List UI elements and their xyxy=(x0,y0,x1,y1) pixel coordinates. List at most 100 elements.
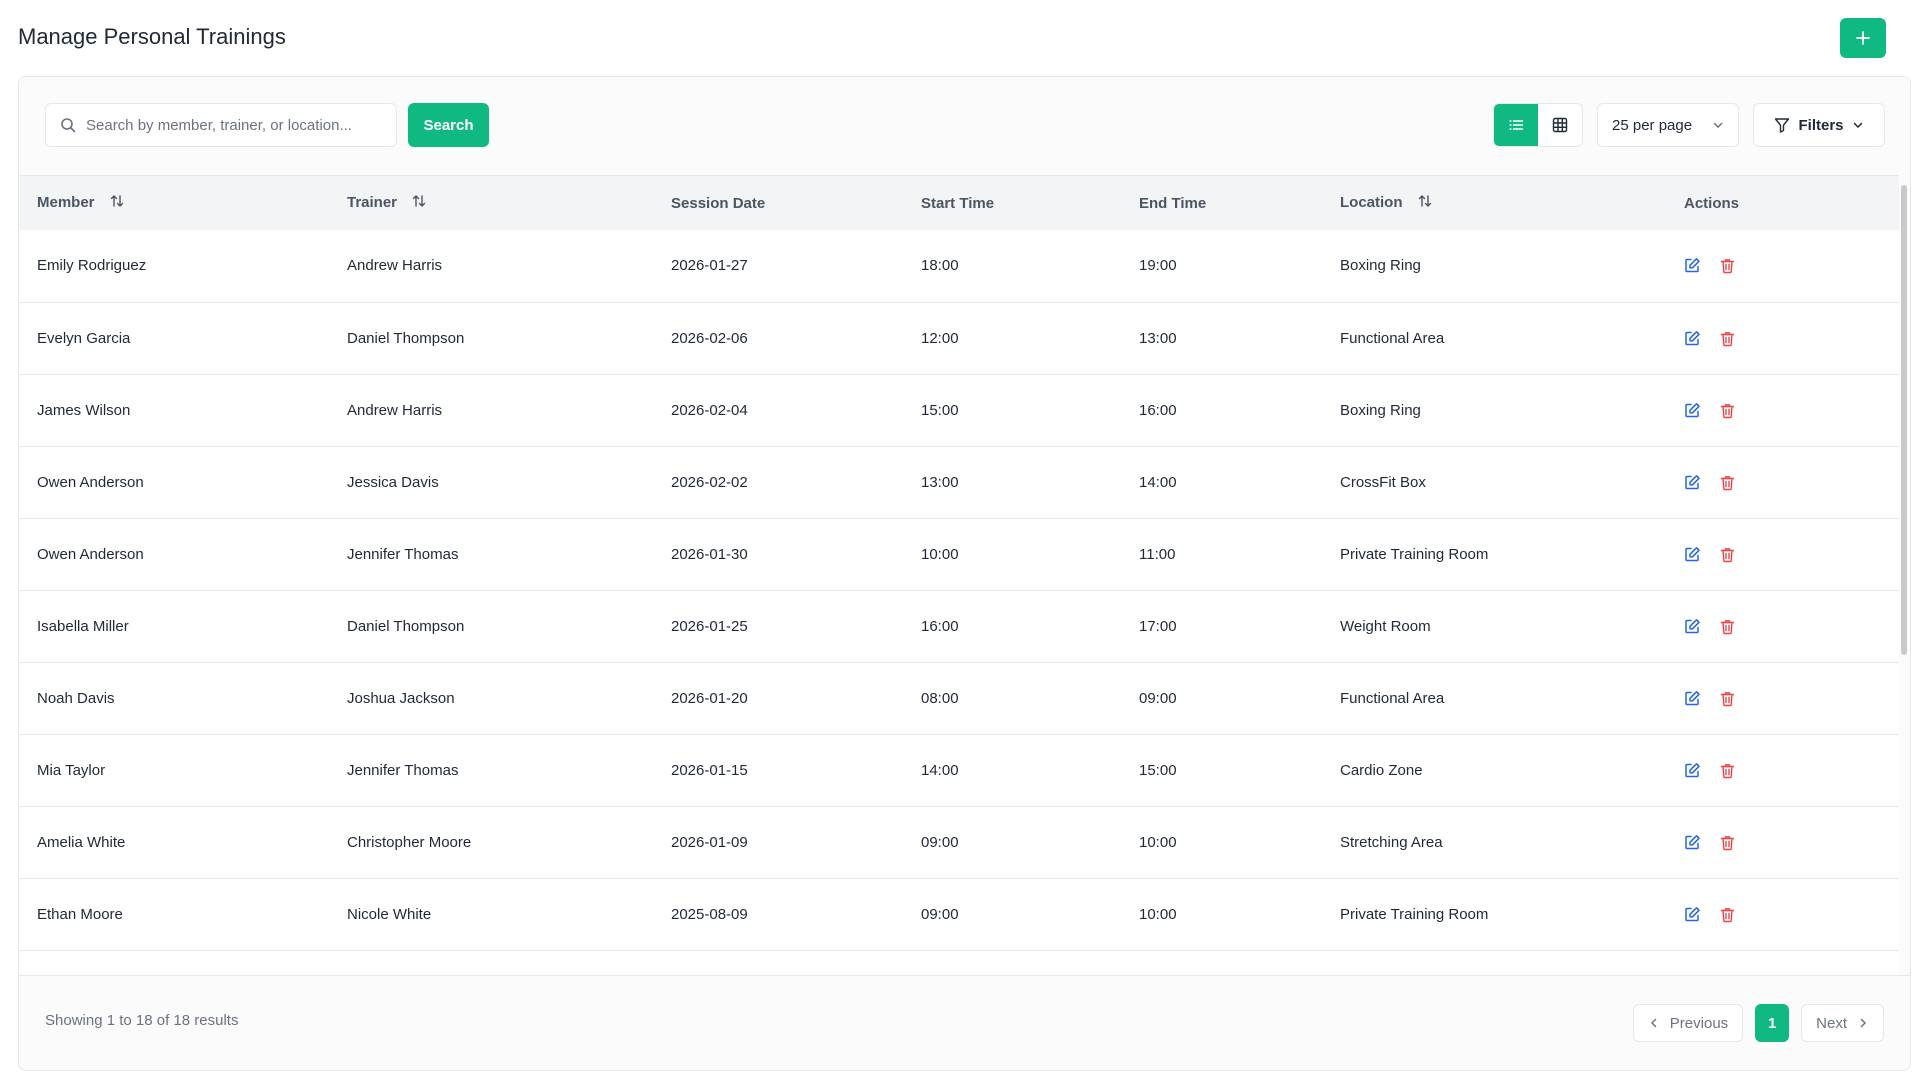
cell-end-time: 17:00 xyxy=(1139,617,1177,635)
per-page-value: 25 per page xyxy=(1612,116,1693,134)
cell-session-date: 2026-02-06 xyxy=(671,329,748,347)
edit-icon[interactable] xyxy=(1684,546,1701,563)
delete-icon[interactable] xyxy=(1719,330,1736,347)
table-row: James Wilson Andrew Harris 2026-02-04 15:00… xyxy=(19,374,1899,446)
cell-member: Evelyn Garcia xyxy=(37,329,131,347)
cell-member: Amelia White xyxy=(37,833,126,851)
cell-actions xyxy=(1684,302,1899,374)
filters-button[interactable]: Filters xyxy=(1753,103,1885,147)
cell-trainer: Andrew Harris xyxy=(347,401,443,419)
cell-end-time: 14:00 xyxy=(1139,473,1177,491)
delete-icon[interactable] xyxy=(1719,906,1736,923)
cell-end-time: 09:00 xyxy=(1139,689,1177,707)
cell-start-time: 08:00 xyxy=(921,689,959,707)
cell-location: Private Training Room xyxy=(1340,905,1489,923)
column-header-session-date: Session Date xyxy=(671,194,766,212)
cell-location: Cardio Zone xyxy=(1340,761,1423,779)
scrollbar[interactable] xyxy=(1900,177,1908,977)
plus-icon xyxy=(1856,31,1870,45)
cell-end-time: 16:00 xyxy=(1139,401,1177,419)
cell-end-time: 13:00 xyxy=(1139,329,1177,347)
sort-icon[interactable] xyxy=(411,193,427,213)
column-header-location[interactable]: Location xyxy=(1322,176,1684,230)
edit-icon[interactable] xyxy=(1684,257,1701,274)
search-input[interactable] xyxy=(86,116,366,134)
filter-icon xyxy=(1775,118,1790,133)
cell-trainer: Jennifer Thomas xyxy=(347,761,459,779)
cell-end-time: 10:00 xyxy=(1139,833,1177,851)
edit-icon[interactable] xyxy=(1684,474,1701,491)
delete-icon[interactable] xyxy=(1719,834,1736,851)
cell-actions xyxy=(1684,806,1899,878)
delete-icon[interactable] xyxy=(1719,690,1736,707)
edit-icon[interactable] xyxy=(1684,762,1701,779)
cell-start-time: 15:00 xyxy=(921,401,959,419)
cell-trainer: Andrew Harris xyxy=(347,257,443,275)
delete-icon[interactable] xyxy=(1719,402,1736,419)
cell-trainer: Christopher Moore xyxy=(347,833,472,851)
cell-member: Owen Anderson xyxy=(37,545,144,563)
cell-member: Noah Davis xyxy=(37,689,115,707)
column-label: Location xyxy=(1340,193,1403,211)
column-header-member[interactable]: Member xyxy=(19,176,329,230)
cell-member: Owen Anderson xyxy=(37,473,144,491)
cell-start-time: 14:00 xyxy=(921,761,959,779)
cell-session-date: 2026-01-15 xyxy=(671,761,748,779)
edit-icon[interactable] xyxy=(1684,906,1701,923)
search-button[interactable]: Search xyxy=(408,103,489,147)
page-number-button[interactable]: 1 xyxy=(1755,1004,1790,1042)
delete-icon[interactable] xyxy=(1719,618,1736,635)
add-training-button[interactable] xyxy=(1840,18,1886,58)
scrollbar-thumb[interactable] xyxy=(1901,185,1907,655)
edit-icon[interactable] xyxy=(1684,330,1701,347)
results-summary: Showing 1 to 18 of 18 results xyxy=(45,1012,239,1029)
column-header-trainer[interactable]: Trainer xyxy=(329,176,653,230)
sort-icon[interactable] xyxy=(1417,193,1433,213)
view-toggle xyxy=(1493,103,1583,147)
cell-trainer: Jessica Davis xyxy=(347,473,439,491)
cell-trainer: Joshua Jackson xyxy=(347,689,455,707)
edit-icon[interactable] xyxy=(1684,402,1701,419)
page-title: Manage Personal Trainings xyxy=(18,24,286,49)
next-page-button[interactable]: Next xyxy=(1801,1004,1884,1042)
delete-icon[interactable] xyxy=(1719,762,1736,779)
cell-actions xyxy=(1684,230,1899,302)
cell-location: Weight Room xyxy=(1340,617,1431,635)
edit-icon[interactable] xyxy=(1684,690,1701,707)
edit-icon[interactable] xyxy=(1684,834,1701,851)
per-page-select[interactable]: 25 per page xyxy=(1597,103,1739,147)
cell-actions xyxy=(1684,878,1899,950)
cell-session-date: 2026-01-09 xyxy=(671,833,748,851)
pagination: Previous 1 Next xyxy=(1632,1004,1884,1042)
table-body: Emily Rodriguez Andrew Harris 2026-01-27 18… xyxy=(19,230,1899,950)
next-label: Next xyxy=(1816,1014,1847,1032)
cell-location: Boxing Ring xyxy=(1340,257,1421,275)
list-view-button[interactable] xyxy=(1494,104,1538,146)
cell-session-date: 2025-08-09 xyxy=(671,905,748,923)
cell-start-time: 10:00 xyxy=(921,545,959,563)
cell-actions xyxy=(1684,374,1899,446)
grid-view-button[interactable] xyxy=(1538,104,1582,146)
cell-member: Ethan Moore xyxy=(37,905,123,923)
sort-icon[interactable] xyxy=(109,193,125,213)
cell-start-time: 18:00 xyxy=(921,257,959,275)
cell-session-date: 2026-01-20 xyxy=(671,689,748,707)
cell-actions xyxy=(1684,590,1899,662)
previous-page-button[interactable]: Previous xyxy=(1632,1004,1744,1042)
edit-icon[interactable] xyxy=(1684,618,1701,635)
cell-session-date: 2026-01-25 xyxy=(671,617,748,635)
cell-location: Functional Area xyxy=(1340,689,1445,707)
table-header-row: Member Trainer Session Date Start Time E… xyxy=(19,176,1899,230)
trainings-table: Member Trainer Session Date Start Time E… xyxy=(19,175,1899,977)
delete-icon[interactable] xyxy=(1719,257,1736,274)
table-row: Emily Rodriguez Andrew Harris 2026-01-27 18… xyxy=(19,230,1899,302)
delete-icon[interactable] xyxy=(1719,546,1736,563)
table-row: Isabella Miller Daniel Thompson 2026-01-25… xyxy=(19,590,1899,662)
cell-actions xyxy=(1684,662,1899,734)
table-row: Ethan Moore Nicole White 2025-08-09 09:00 10… xyxy=(19,878,1899,950)
delete-icon[interactable] xyxy=(1719,474,1736,491)
table-row: Mia Taylor Jennifer Thomas 2026-01-15 14:00… xyxy=(19,734,1899,806)
search-icon xyxy=(60,117,76,133)
cell-location: CrossFit Box xyxy=(1340,473,1426,491)
search-box[interactable] xyxy=(45,103,397,147)
